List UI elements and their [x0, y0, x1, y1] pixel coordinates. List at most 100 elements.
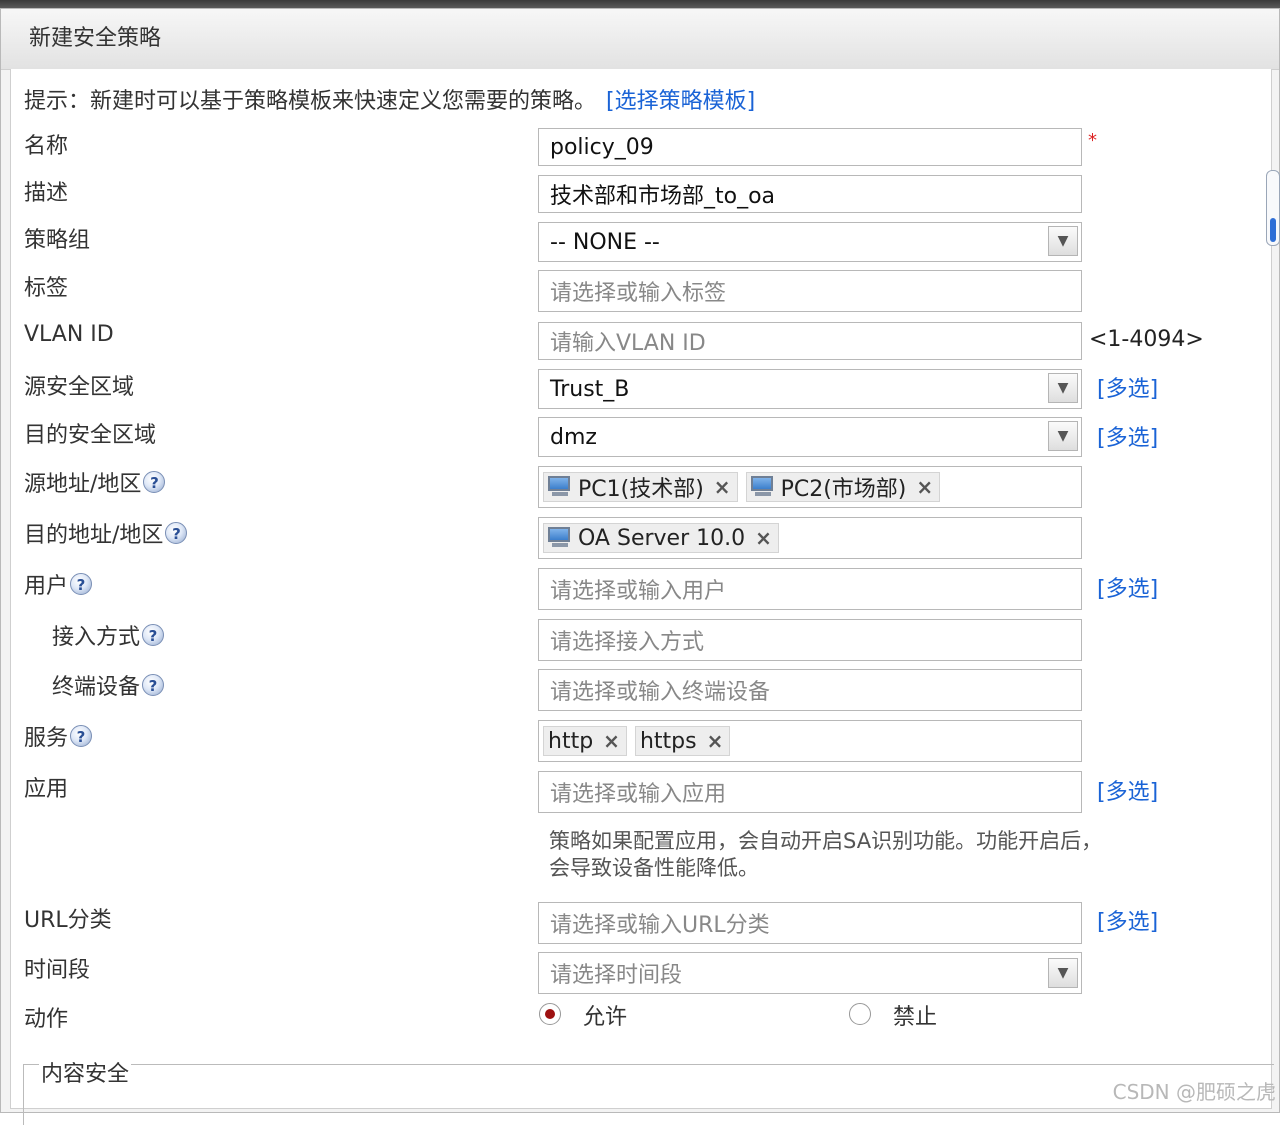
content-security-legend: 内容安全 [39, 1056, 132, 1088]
src-zone-multi-link[interactable]: [多选] [1097, 371, 1158, 403]
tag-text: http [548, 728, 594, 754]
help-icon[interactable]: ? [165, 522, 188, 544]
tag-placeholder: 请选择或输入标签 [550, 281, 727, 306]
tag-text: PC2(市场部) [780, 477, 907, 502]
src-addr-label-text: 源地址/地区 [24, 472, 142, 497]
tag-text: https [639, 728, 697, 754]
policy-group-select[interactable]: -- NONE -- ▼ [538, 222, 1082, 262]
url-input[interactable]: 请选择或输入URL分类 [538, 902, 1082, 944]
dst-zone-multi-link[interactable]: [多选] [1097, 420, 1158, 452]
help-icon[interactable]: ? [143, 471, 166, 493]
user-label: 用户? [24, 568, 93, 600]
dst-addr-label: 目的地址/地区? [24, 517, 188, 549]
chevron-down-icon[interactable]: ▼ [1048, 421, 1078, 451]
url-label: URL分类 [24, 908, 112, 933]
name-value: policy_09 [550, 134, 654, 160]
remove-icon[interactable]: × [603, 729, 620, 753]
tag-label: 标签 [24, 276, 69, 301]
remove-icon[interactable]: × [755, 526, 772, 550]
action-label: 动作 [24, 1007, 69, 1032]
vlan-label: VLAN ID [24, 322, 114, 347]
hint-text: 提示：新建时可以基于策略模板来快速定义您需要的策略。 [选择策略模板] [24, 83, 755, 115]
src-zone-select[interactable]: Trust_B ▼ [538, 369, 1082, 409]
vlan-placeholder: 请输入VLAN ID [550, 331, 706, 356]
time-select[interactable]: 请选择时间段 ▼ [538, 952, 1082, 994]
description-value: 技术部和市场部_to_oa [550, 184, 776, 209]
name-field[interactable]: policy_09 [538, 128, 1082, 166]
action-deny-radio[interactable] [849, 1003, 871, 1025]
terminal-label: 终端设备? [52, 669, 165, 701]
scrollbar-thumb[interactable] [1270, 218, 1276, 242]
src-addr-tag: PC1(技术部) × [543, 472, 738, 502]
content-security-fieldset [23, 1064, 1274, 1125]
vlan-input[interactable]: 请输入VLAN ID [538, 322, 1082, 360]
computer-icon [750, 476, 775, 498]
terminal-placeholder: 请选择或输入终端设备 [550, 680, 771, 705]
url-placeholder: 请选择或输入URL分类 [550, 913, 770, 938]
src-addr-input[interactable]: PC1(技术部) × PC2(市场部) × [538, 466, 1082, 508]
remove-icon[interactable]: × [714, 475, 731, 499]
required-mark: * [1088, 130, 1097, 151]
tag-text: OA Server 10.0 [578, 525, 746, 551]
service-label: 服务? [24, 720, 93, 752]
application-multi-link[interactable]: [多选] [1097, 774, 1158, 806]
help-icon[interactable]: ? [142, 674, 165, 696]
action-allow-radio[interactable] [539, 1003, 561, 1025]
dialog-title: 新建安全策略 [1, 9, 1279, 70]
time-label: 时间段 [24, 958, 91, 983]
tag-input[interactable]: 请选择或输入标签 [538, 270, 1082, 312]
description-label: 描述 [24, 181, 69, 206]
dst-zone-value: dmz [550, 424, 597, 450]
user-label-text: 用户 [24, 574, 69, 599]
time-placeholder: 请选择时间段 [550, 963, 683, 988]
vlan-range: <1-4094> [1089, 327, 1204, 352]
dst-addr-tag: OA Server 10.0 × [543, 523, 779, 553]
src-zone-label: 源安全区域 [24, 375, 135, 400]
help-icon[interactable]: ? [70, 573, 93, 595]
window-top-strip [0, 0, 1280, 8]
remove-icon[interactable]: × [707, 729, 724, 753]
description-field[interactable]: 技术部和市场部_to_oa [538, 175, 1082, 213]
dst-addr-label-text: 目的地址/地区 [24, 523, 164, 548]
user-input[interactable]: 请选择或输入用户 [538, 568, 1082, 610]
user-multi-link[interactable]: [多选] [1097, 571, 1158, 603]
access-label: 接入方式? [52, 619, 165, 651]
src-zone-value: Trust_B [550, 376, 630, 402]
chevron-down-icon[interactable]: ▼ [1048, 226, 1078, 256]
dst-zone-select[interactable]: dmz ▼ [538, 417, 1082, 457]
access-label-text: 接入方式 [52, 625, 141, 650]
access-input[interactable]: 请选择接入方式 [538, 619, 1082, 661]
service-input[interactable]: http × https × [538, 720, 1082, 762]
application-label: 应用 [24, 777, 69, 802]
action-deny-label[interactable]: 禁止 [893, 999, 937, 1031]
user-placeholder: 请选择或输入用户 [550, 579, 727, 604]
src-addr-tag: PC2(市场部) × [745, 472, 941, 502]
application-placeholder: 请选择或输入应用 [550, 782, 727, 807]
src-addr-label: 源地址/地区? [24, 466, 166, 498]
dst-addr-input[interactable]: OA Server 10.0 × [538, 517, 1082, 559]
computer-icon [548, 527, 572, 549]
name-label: 名称 [24, 134, 69, 159]
dst-zone-label: 目的安全区域 [24, 423, 157, 448]
service-label-text: 服务 [24, 726, 69, 751]
terminal-input[interactable]: 请选择或输入终端设备 [538, 669, 1082, 711]
chevron-down-icon[interactable]: ▼ [1048, 958, 1078, 988]
new-policy-dialog: 新建安全策略 [0, 8, 1280, 1113]
remove-icon[interactable]: × [916, 475, 933, 499]
action-allow-label[interactable]: 允许 [583, 999, 627, 1031]
computer-icon [548, 476, 572, 498]
chevron-down-icon[interactable]: ▼ [1048, 373, 1078, 403]
access-placeholder: 请选择接入方式 [550, 630, 705, 655]
application-input[interactable]: 请选择或输入应用 [538, 771, 1082, 813]
help-icon[interactable]: ? [142, 624, 165, 646]
service-tag: https × [634, 726, 731, 756]
terminal-label-text: 终端设备 [52, 675, 141, 700]
service-tag: http × [543, 726, 627, 756]
select-template-link[interactable]: [选择策略模板] [606, 89, 755, 114]
application-note: 策略如果配置应用，会自动开启SA识别功能。功能开启后，会导致设备性能降低。 [549, 829, 1103, 880]
url-multi-link[interactable]: [多选] [1097, 904, 1158, 936]
policy-group-label: 策略组 [24, 228, 91, 253]
help-icon[interactable]: ? [70, 725, 93, 747]
tag-text: PC1(技术部) [578, 477, 704, 502]
policy-group-value: -- NONE -- [550, 229, 660, 255]
